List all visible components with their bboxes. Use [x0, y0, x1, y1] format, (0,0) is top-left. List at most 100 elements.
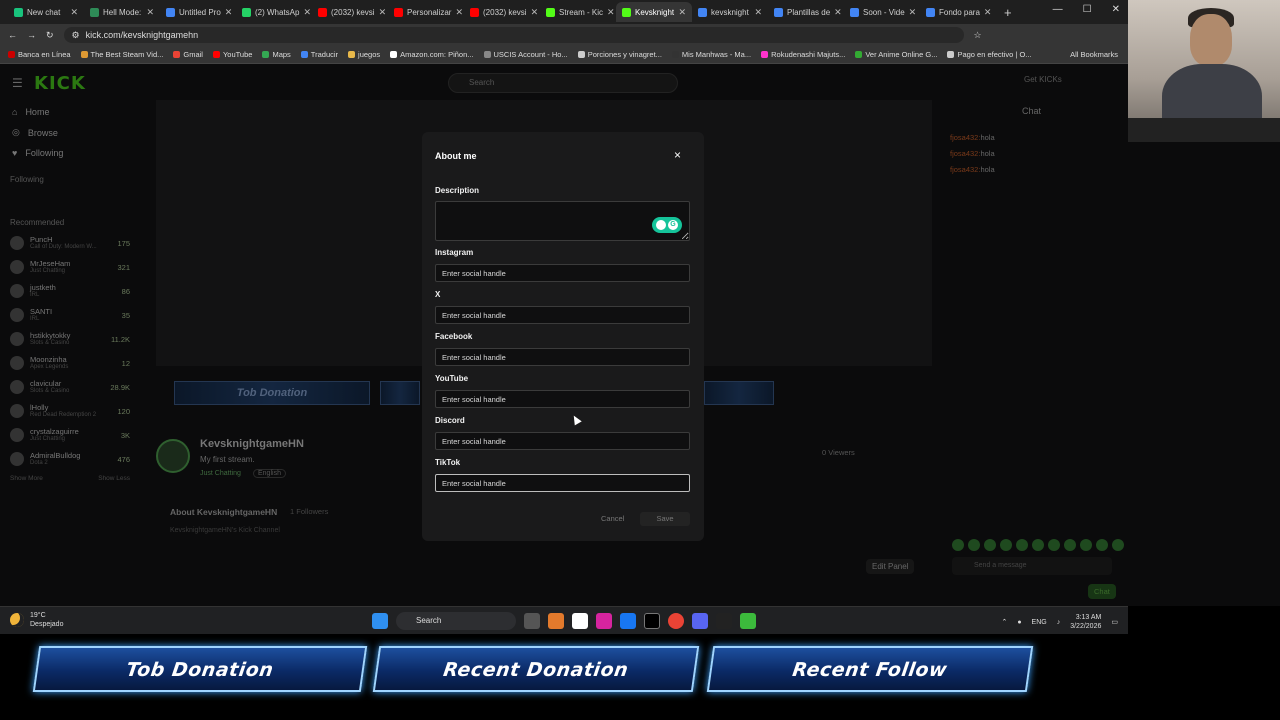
- tab-close-icon[interactable]: ✕: [225, 7, 233, 18]
- omnibox[interactable]: ⚙ kick.com/kevsknightgamehn: [63, 27, 964, 43]
- show-more-link[interactable]: Show More: [10, 475, 43, 482]
- language-indicator[interactable]: ENG: [1032, 619, 1047, 626]
- recommended-channel[interactable]: PuncH Call of Duty: Modern W... 175: [0, 231, 140, 255]
- tab-close-icon[interactable]: ✕: [379, 7, 387, 18]
- tab-close-icon[interactable]: ✕: [531, 7, 539, 18]
- windows-start-icon[interactable]: [372, 613, 388, 629]
- tab-close-icon[interactable]: ✕: [607, 7, 615, 18]
- recommended-channel[interactable]: lHolly Red Dead Redemption 2 120: [0, 399, 140, 423]
- app-icon[interactable]: [548, 613, 564, 629]
- discord-icon[interactable]: [692, 613, 708, 629]
- chat-username[interactable]: fjosa432:: [950, 165, 980, 174]
- maximize-icon[interactable]: ☐: [1083, 4, 1092, 15]
- close-icon[interactable]: ×: [674, 148, 681, 162]
- tab-close-icon[interactable]: ✕: [455, 7, 463, 18]
- menu-icon[interactable]: ☰: [12, 76, 23, 90]
- clock[interactable]: 3:13 AM 3/22/2026: [1070, 613, 1101, 631]
- instagram-handle-input[interactable]: [435, 264, 690, 282]
- amazon-icon[interactable]: [572, 613, 588, 629]
- recommended-channel[interactable]: justketh IRL 86: [0, 279, 140, 303]
- browser-tab[interactable]: (2032) kevsi ✕: [312, 2, 388, 22]
- reload-icon[interactable]: ↻: [46, 30, 54, 41]
- forward-icon[interactable]: →: [27, 30, 36, 40]
- notification-icon[interactable]: ▭: [1111, 618, 1118, 626]
- stream-category[interactable]: Just Chatting: [200, 470, 241, 477]
- mic-icon[interactable]: ●: [1017, 619, 1021, 626]
- browser-tab[interactable]: kevsknight ✕: [692, 2, 768, 22]
- tab-close-icon[interactable]: ✕: [303, 7, 311, 18]
- emote-row[interactable]: [952, 539, 1124, 551]
- minimize-icon[interactable]: —: [1053, 4, 1063, 15]
- bookmark-item[interactable]: USCIS Account - Ho...: [483, 50, 568, 59]
- recommended-channel[interactable]: MrJeseHam Just Chatting 321: [0, 255, 140, 279]
- task-view-icon[interactable]: [524, 613, 540, 629]
- facebook-handle-input[interactable]: [435, 348, 690, 366]
- edit-panel-button[interactable]: Edit Panel: [866, 559, 915, 574]
- browser-tab[interactable]: Fondo para ✕: [920, 2, 996, 22]
- cancel-button[interactable]: Cancel: [601, 514, 624, 523]
- back-icon[interactable]: ←: [8, 30, 17, 40]
- all-bookmarks-button[interactable]: All Bookmarks: [1070, 50, 1118, 59]
- recommended-channel[interactable]: hstikkytokky Slots & Casino 11.2K: [0, 327, 140, 351]
- chat-send-button[interactable]: Chat: [1088, 584, 1116, 599]
- browser-tab[interactable]: Hell Mode: ✕: [84, 2, 160, 22]
- x-icon[interactable]: [644, 613, 660, 629]
- browser-tab[interactable]: Untitled Pro ✕: [160, 2, 236, 22]
- recommended-channel[interactable]: Moonzinha Apex Legends 12: [0, 351, 140, 375]
- tab-close-icon[interactable]: ✕: [146, 7, 154, 18]
- close-window-icon[interactable]: ✕: [1112, 4, 1120, 15]
- tab-close-icon[interactable]: ✕: [984, 7, 992, 18]
- tiktok-handle-input[interactable]: [435, 474, 690, 492]
- browser-tab[interactable]: Soon - Vide ✕: [844, 2, 920, 22]
- url-text[interactable]: kick.com/kevsknightgamehn: [86, 30, 199, 40]
- bookmark-item[interactable]: Rokudenashi Majuts...: [761, 50, 845, 59]
- bookmark-item[interactable]: juegos: [348, 50, 380, 59]
- bookmark-item[interactable]: Amazon.com: Piñon...: [390, 50, 474, 59]
- browser-tab[interactable]: Personalizar ✕: [388, 2, 464, 22]
- bookmark-item[interactable]: The Best Steam Vid...: [80, 50, 163, 59]
- chrome-icon[interactable]: [668, 613, 684, 629]
- site-info-icon[interactable]: ⚙: [72, 30, 80, 41]
- discord-handle-input[interactable]: [435, 432, 690, 450]
- tab-close-icon[interactable]: ✕: [70, 7, 78, 18]
- get-kicks-button[interactable]: Get KICKs: [1024, 75, 1062, 84]
- chat-username[interactable]: fjosa432:: [950, 149, 980, 158]
- channel-avatar[interactable]: [156, 439, 190, 473]
- grammarly-icon[interactable]: G: [652, 217, 682, 233]
- tab-close-icon[interactable]: ✕: [754, 7, 762, 18]
- browser-tab[interactable]: (2032) kevsi ✕: [464, 2, 540, 22]
- browser-tab[interactable]: (2) WhatsAp ✕: [236, 2, 312, 22]
- recommended-channel[interactable]: clavicular Slots & Casino 28.9K: [0, 375, 140, 399]
- site-search-input[interactable]: Search: [448, 73, 678, 93]
- sidebar-item-browse[interactable]: ◎ Browse: [0, 122, 140, 143]
- browser-tab[interactable]: Stream - Kic ✕: [540, 2, 616, 22]
- volume-icon[interactable]: ♪: [1057, 619, 1061, 626]
- tab-close-icon[interactable]: ✕: [834, 7, 842, 18]
- recommended-channel[interactable]: AdmiralBulldog Dota 2 476: [0, 447, 140, 471]
- bookmark-star-icon[interactable]: ☆: [974, 30, 982, 41]
- kick-app-icon[interactable]: [740, 613, 756, 629]
- bookmark-item[interactable]: Porciones y vinagret...: [577, 50, 662, 59]
- bookmark-item[interactable]: Maps: [262, 50, 291, 59]
- browser-tab[interactable]: Kevsknight ✕: [616, 2, 692, 22]
- bookmark-item[interactable]: Traducir: [300, 50, 338, 59]
- browser-tab[interactable]: Plantillas de ✕: [768, 2, 844, 22]
- capcut-icon[interactable]: [716, 613, 732, 629]
- channel-name[interactable]: KevsknightgameHN: [200, 438, 304, 450]
- bookmark-item[interactable]: Banca en Línea: [8, 50, 71, 59]
- sidebar-item-home[interactable]: ⌂ Home: [0, 102, 140, 122]
- bookmark-item[interactable]: Mis Manhwas - Ma...: [671, 50, 751, 59]
- x-handle-input[interactable]: [435, 306, 690, 324]
- show-less-link[interactable]: Show Less: [98, 475, 130, 482]
- new-tab-button[interactable]: +: [996, 5, 1020, 20]
- instagram-icon[interactable]: [596, 613, 612, 629]
- youtube-handle-input[interactable]: [435, 390, 690, 408]
- chevron-up-icon[interactable]: ⌃: [1001, 618, 1007, 626]
- recommended-channel[interactable]: SANTI IRL 35: [0, 303, 140, 327]
- weather-widget[interactable]: 19°C Despejado: [10, 611, 63, 629]
- chat-message-input[interactable]: Send a message: [952, 557, 1112, 575]
- facebook-icon[interactable]: [620, 613, 636, 629]
- bookmark-item[interactable]: Gmail: [173, 50, 203, 59]
- chat-username[interactable]: fjosa432:: [950, 133, 980, 142]
- kick-logo[interactable]: KICK: [34, 73, 86, 94]
